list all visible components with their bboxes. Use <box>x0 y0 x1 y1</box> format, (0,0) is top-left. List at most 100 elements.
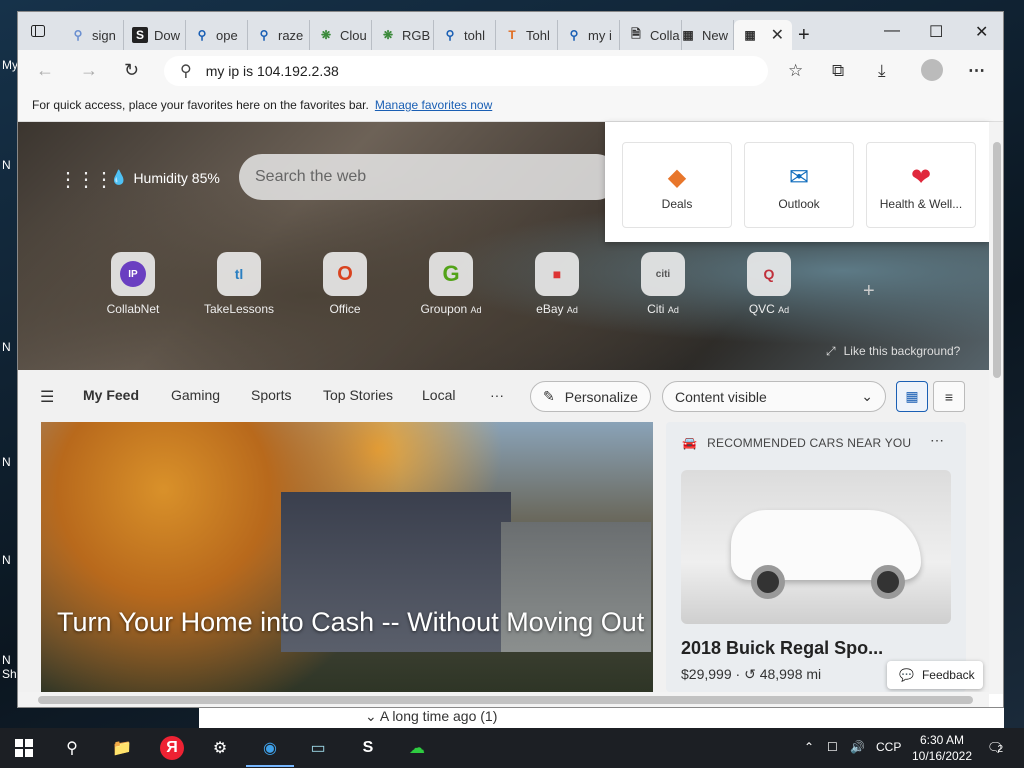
outlook-icon: ✉ <box>788 163 810 191</box>
feedback-button[interactable]: 💬 Feedback <box>887 661 983 689</box>
browser-tab[interactable]: ❋ Clou <box>310 20 372 50</box>
feed-menu-icon[interactable]: ☰ <box>40 387 54 407</box>
manage-favorites-link[interactable]: Manage favorites now <box>375 98 492 112</box>
close-tab-icon[interactable]: ✕ <box>771 25 784 45</box>
forward-button[interactable]: → <box>80 60 98 81</box>
feedback-icon: 💬 <box>899 668 914 682</box>
downloads-icon[interactable]: ⤓ <box>878 61 886 81</box>
car-title: 2018 Buick Regal Spo... <box>681 638 884 658</box>
quick-link[interactable]: citi Citi Ad <box>623 252 703 316</box>
add-site-icon[interactable]: + <box>863 280 875 303</box>
browser-tab[interactable]: ⚲ ope <box>186 20 248 50</box>
sharex-icon[interactable]: S <box>356 736 380 760</box>
browser-tab[interactable]: S Dow <box>124 20 186 50</box>
grid-view-button[interactable]: ▦ <box>896 381 928 412</box>
browser-tab[interactable]: ⚲ sign <box>62 20 124 50</box>
t-logo-icon: T <box>508 28 516 42</box>
quick-link-label: eBay <box>536 302 564 316</box>
favorites-bar: For quick access, place your favorites h… <box>18 92 1003 122</box>
maximize-button[interactable]: ☐ <box>929 22 943 42</box>
horizontal-scrollbar[interactable] <box>18 692 989 707</box>
browser-tab[interactable]: ⚲ my i <box>558 20 620 50</box>
back-button[interactable]: ← <box>36 60 54 81</box>
tab-top-stories[interactable]: Top Stories <box>323 387 393 403</box>
collapse-chevron-icon[interactable]: ⌄ <box>365 708 377 724</box>
browser-tab[interactable]: ⚲ raze <box>248 20 310 50</box>
like-background-link[interactable]: ⤢ Like this background? <box>826 344 960 359</box>
profile-avatar[interactable] <box>921 59 943 81</box>
scroll-thumb[interactable] <box>38 696 973 704</box>
yandex-icon[interactable]: Я <box>160 736 184 760</box>
desktop-icon-label[interactable]: Sh <box>2 667 17 681</box>
list-view-button[interactable]: ≡ <box>933 381 965 412</box>
desktop-icon-label[interactable]: N <box>2 158 11 172</box>
language-indicator[interactable]: CCP <box>876 740 901 754</box>
active-tab[interactable]: ▦ ✕ <box>734 20 792 50</box>
collections-icon[interactable]: ⧉ <box>832 61 844 81</box>
file-explorer-icon[interactable]: 📁 <box>110 736 134 760</box>
volume-icon[interactable]: 🔊 <box>850 740 865 754</box>
tab-sports[interactable]: Sports <box>251 387 291 403</box>
more-tabs-button[interactable]: ··· <box>490 387 504 403</box>
tab-actions-button[interactable] <box>26 21 50 41</box>
settings-more-icon[interactable]: ⋯ <box>968 61 985 81</box>
browser-tab[interactable]: ❋ RGB <box>372 20 434 50</box>
desktop-icon-label[interactable]: N <box>2 455 11 469</box>
desktop-icon-label[interactable]: N <box>2 653 11 667</box>
settings-gear-icon[interactable]: ⚙ <box>208 736 232 760</box>
tray-chevron-icon[interactable]: ⌃ <box>804 740 814 754</box>
edge-icon[interactable]: ◉ <box>246 736 294 767</box>
tab-label: Dow <box>154 27 181 43</box>
desktop-icon-label[interactable]: My <box>2 58 18 72</box>
web-search-input[interactable]: Search the web <box>239 154 619 200</box>
quick-link[interactable]: Q QVC Ad <box>729 252 809 316</box>
flyout-tile-deals[interactable]: ◆ Deals <box>622 142 732 228</box>
flyout-tile-health[interactable]: ❤ Health & Well... <box>866 142 976 228</box>
quick-link[interactable]: ■ eBay Ad <box>517 252 597 316</box>
cloud-app-icon[interactable]: ☁ <box>405 736 429 760</box>
feedback-label: Feedback <box>921 668 975 682</box>
address-bar[interactable]: ⚲ my ip is 104.192.2.38 <box>164 56 768 86</box>
notepad-icon[interactable]: ▭ <box>306 736 330 760</box>
tab-my-feed[interactable]: My Feed <box>83 387 139 403</box>
quick-links-flyout: ◆ Deals ✉ Outlook ❤ Health & Well... <box>605 122 989 242</box>
ebay-icon: ■ <box>535 252 579 296</box>
browser-tab[interactable]: T Tohl <box>496 20 558 50</box>
tab-gaming[interactable]: Gaming <box>171 387 220 403</box>
content-visibility-select[interactable]: Content visible ⌄ <box>662 381 886 412</box>
notifications-icon[interactable]: 🗨2 <box>987 740 1004 756</box>
tab-local[interactable]: Local <box>422 387 455 403</box>
tab-label: raze <box>278 27 304 43</box>
new-tab-button[interactable]: + <box>798 24 810 47</box>
tab-label: Tohl <box>526 27 550 43</box>
desktop-icon-label[interactable]: N <box>2 553 11 567</box>
start-button[interactable] <box>12 736 36 760</box>
card-more-icon[interactable]: ⋯ <box>930 432 944 449</box>
browser-tab[interactable]: ⚲ tohl <box>434 20 496 50</box>
personalize-button[interactable]: ✎ Personalize <box>530 381 651 412</box>
scroll-thumb[interactable] <box>993 142 1001 378</box>
odometer-icon: ↺ <box>744 666 756 682</box>
minimize-button[interactable]: — <box>884 22 900 40</box>
apps-grid-icon[interactable]: ⋮⋮⋮ <box>58 167 114 192</box>
hero-story-card[interactable]: Turn Your Home into Cash -- Without Movi… <box>41 422 653 692</box>
clock[interactable]: 6:30 AM 10/16/2022 <box>907 732 977 764</box>
quick-link[interactable]: G Groupon Ad <box>411 252 491 316</box>
favorites-icon[interactable]: ☆ <box>788 61 803 81</box>
clock-date: 10/16/2022 <box>911 749 973 763</box>
quick-link[interactable]: O Office <box>305 252 385 316</box>
refresh-button[interactable]: ↻ <box>124 60 139 81</box>
vertical-scrollbar[interactable] <box>989 122 1003 694</box>
quick-link[interactable]: IP CollabNet <box>93 252 173 316</box>
close-window-button[interactable]: ✕ <box>975 22 988 42</box>
browser-tab[interactable]: ▦ New <box>672 20 734 50</box>
quick-link[interactable]: tl TakeLessons <box>199 252 279 316</box>
network-icon[interactable]: ☐ <box>827 740 838 754</box>
weather-widget[interactable]: 💧 Humidity 85% <box>110 169 220 186</box>
vertical-tabs-icon <box>31 25 45 37</box>
desktop-icon-label[interactable]: N <box>2 340 11 354</box>
quick-link-label: TakeLessons <box>203 302 275 316</box>
flyout-tile-outlook[interactable]: ✉ Outlook <box>744 142 854 228</box>
cars-card[interactable]: 🚘 RECOMMENDED CARS NEAR YOU ⋯ 2018 Buick … <box>666 422 966 692</box>
search-icon[interactable]: ⚲ <box>60 736 84 760</box>
